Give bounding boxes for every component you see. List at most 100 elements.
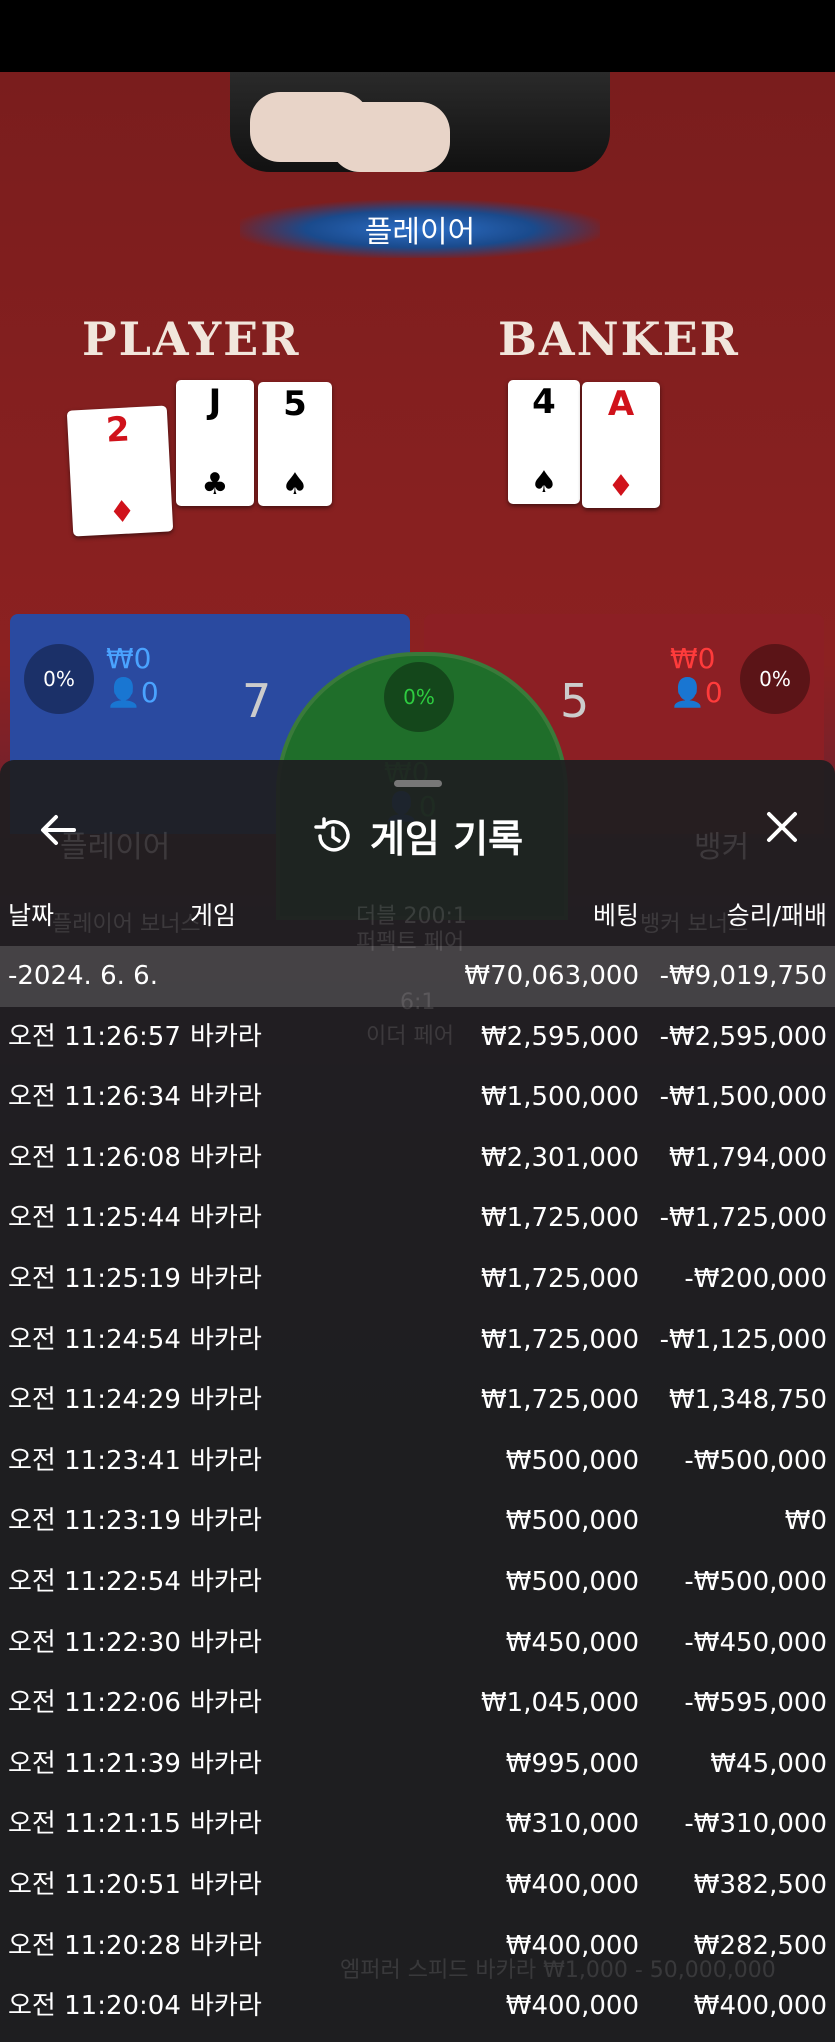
row-game: 바카라 — [190, 1688, 262, 1719]
row-bet: ₩450,000 — [505, 1627, 639, 1658]
col-bet: 베팅 — [592, 901, 639, 930]
user-icon: 👤 — [670, 676, 705, 709]
row-date: 오전 11:22:54 — [8, 1566, 181, 1597]
sheet-drag-handle[interactable] — [394, 780, 442, 787]
row-bet: ₩1,725,000 — [480, 1263, 639, 1294]
col-result: 승리/패배 — [726, 901, 827, 930]
row-bet: ₩400,000 — [505, 1930, 639, 1961]
history-row[interactable]: 오전 11:23:19 바카라 ₩500,000 ₩0 — [0, 1491, 835, 1552]
row-bet: ₩400,000 — [505, 1991, 639, 2022]
row-bet: ₩500,000 — [505, 1506, 639, 1537]
row-result: ₩1,348,750 — [668, 1385, 827, 1416]
row-date: 오전 11:22:06 — [8, 1688, 181, 1719]
row-result: -₩595,000 — [684, 1688, 827, 1719]
banker-pct: 0% — [740, 644, 810, 714]
close-button[interactable] — [757, 808, 807, 852]
history-row[interactable]: 오전 11:26:08 바카라 ₩2,301,000 ₩1,794,000 — [0, 1128, 835, 1189]
row-date: 오전 11:25:19 — [8, 1263, 181, 1294]
row-game: 바카라 — [190, 1627, 262, 1658]
row-game: 바카라 — [190, 1021, 262, 1052]
row-date: 오전 11:26:57 — [8, 1021, 181, 1052]
history-row[interactable]: 오전 11:22:54 바카라 ₩500,000 -₩500,000 — [0, 1552, 835, 1613]
dealer-area — [230, 72, 610, 172]
col-game: 게임 — [190, 901, 237, 930]
row-date: 오전 11:20:28 — [8, 1930, 181, 1961]
col-date: 날짜 — [8, 901, 55, 930]
row-bet: ₩1,045,000 — [480, 1688, 639, 1719]
row-date: 오전 11:20:51 — [8, 1869, 181, 1900]
row-date: 오전 11:26:34 — [8, 1082, 181, 1113]
player-score: 7 — [242, 674, 272, 728]
row-bet: ₩1,725,000 — [480, 1385, 639, 1416]
row-result: -₩200,000 — [684, 1263, 827, 1294]
row-game: 바카라 — [190, 1082, 262, 1113]
banker-users: 👤0 — [670, 676, 723, 709]
banker-amount: ₩0 — [670, 642, 716, 675]
row-bet: ₩400,000 — [505, 1869, 639, 1900]
row-game: 바카라 — [190, 1869, 262, 1900]
row-result: -₩500,000 — [684, 1445, 827, 1476]
row-date: 오전 11:23:19 — [8, 1506, 181, 1537]
history-row[interactable]: 오전 11:20:51 바카라 ₩400,000 ₩382,500 — [0, 1855, 835, 1916]
history-summary-row[interactable]: -2024. 6. 6. ₩70,063,000 -₩9,019,750 — [0, 946, 835, 1007]
banker-score: 5 — [560, 674, 590, 728]
history-row[interactable]: 오전 11:25:19 바카라 ₩1,725,000 -₩200,000 — [0, 1249, 835, 1310]
close-icon — [767, 812, 797, 842]
row-game: 바카라 — [190, 1991, 262, 2022]
row-result: ₩0 — [784, 1506, 827, 1537]
row-bet: ₩500,000 — [505, 1566, 639, 1597]
player-users: 👤0 — [106, 676, 159, 709]
row-game: 바카라 — [190, 1385, 262, 1416]
row-bet: ₩995,000 — [505, 1748, 639, 1779]
row-bet: ₩310,000 — [505, 1809, 639, 1840]
history-row[interactable]: 오전 11:20:28 바카라 ₩400,000 ₩282,500 — [0, 1916, 835, 1977]
row-date: 오전 11:24:29 — [8, 1385, 181, 1416]
tie-pct: 0% — [384, 662, 454, 732]
row-game: 바카라 — [190, 1203, 262, 1234]
row-result: ₩400,000 — [693, 1991, 827, 2022]
dealer-hand-right — [330, 102, 450, 172]
user-icon: 👤 — [106, 676, 141, 709]
summary-bet: ₩70,063,000 — [464, 961, 639, 991]
banker-table-card: A ♦ — [582, 382, 660, 508]
history-icon — [314, 816, 350, 852]
history-row[interactable]: 오전 11:24:29 바카라 ₩1,725,000 ₩1,348,750 — [0, 1370, 835, 1431]
history-header: 게임 기록 — [0, 790, 835, 870]
row-result: -₩1,500,000 — [659, 1082, 827, 1113]
row-bet: ₩2,301,000 — [480, 1142, 639, 1173]
row-result: -₩450,000 — [684, 1627, 827, 1658]
row-result: ₩45,000 — [710, 1748, 827, 1779]
row-result: ₩282,500 — [693, 1930, 827, 1961]
history-row[interactable]: 오전 11:22:30 바카라 ₩450,000 -₩450,000 — [0, 1613, 835, 1674]
row-date: 오전 11:23:41 — [8, 1445, 181, 1476]
winner-banner: 플레이어 — [240, 200, 600, 258]
row-result: -₩1,725,000 — [659, 1203, 827, 1234]
row-result: -₩2,595,000 — [659, 1021, 827, 1052]
row-bet: ₩1,725,000 — [480, 1203, 639, 1234]
row-game: 바카라 — [190, 1566, 262, 1597]
history-row[interactable]: 오전 11:21:15 바카라 ₩310,000 -₩310,000 — [0, 1794, 835, 1855]
row-date: 오전 11:21:15 — [8, 1809, 181, 1840]
player-pct: 0% — [24, 644, 94, 714]
row-game: 바카라 — [190, 1263, 262, 1294]
history-row[interactable]: 오전 11:26:34 바카라 ₩1,500,000 -₩1,500,000 — [0, 1067, 835, 1128]
row-bet: ₩1,725,000 — [480, 1324, 639, 1355]
history-row[interactable]: 오전 11:21:39 바카라 ₩995,000 ₩45,000 — [0, 1734, 835, 1795]
row-result: ₩1,794,000 — [668, 1142, 827, 1173]
row-game: 바카라 — [190, 1142, 262, 1173]
row-result: -₩1,125,000 — [659, 1324, 827, 1355]
history-row[interactable]: 오전 11:24:54 바카라 ₩1,725,000 -₩1,125,000 — [0, 1310, 835, 1371]
row-game: 바카라 — [190, 1324, 262, 1355]
history-row[interactable]: 오전 11:23:41 바카라 ₩500,000 -₩500,000 — [0, 1431, 835, 1492]
history-row[interactable]: 오전 11:26:57 바카라 ₩2,595,000 -₩2,595,000 — [0, 1007, 835, 1068]
history-row[interactable]: 오전 11:20:04 바카라 ₩400,000 ₩400,000 — [0, 1976, 835, 2037]
row-result: ₩382,500 — [693, 1869, 827, 1900]
player-amount: ₩0 — [106, 642, 152, 675]
row-date: 오전 11:20:04 — [8, 1991, 181, 2022]
history-row[interactable]: 오전 11:25:44 바카라 ₩1,725,000 -₩1,725,000 — [0, 1188, 835, 1249]
history-column-header: 날짜 게임 베팅 승리/패배 — [0, 892, 835, 940]
row-game: 바카라 — [190, 1748, 262, 1779]
history-row[interactable]: 오전 11:22:06 바카라 ₩1,045,000 -₩595,000 — [0, 1673, 835, 1734]
banker-title: BANKER — [498, 312, 740, 366]
row-date: 오전 11:24:54 — [8, 1324, 181, 1355]
